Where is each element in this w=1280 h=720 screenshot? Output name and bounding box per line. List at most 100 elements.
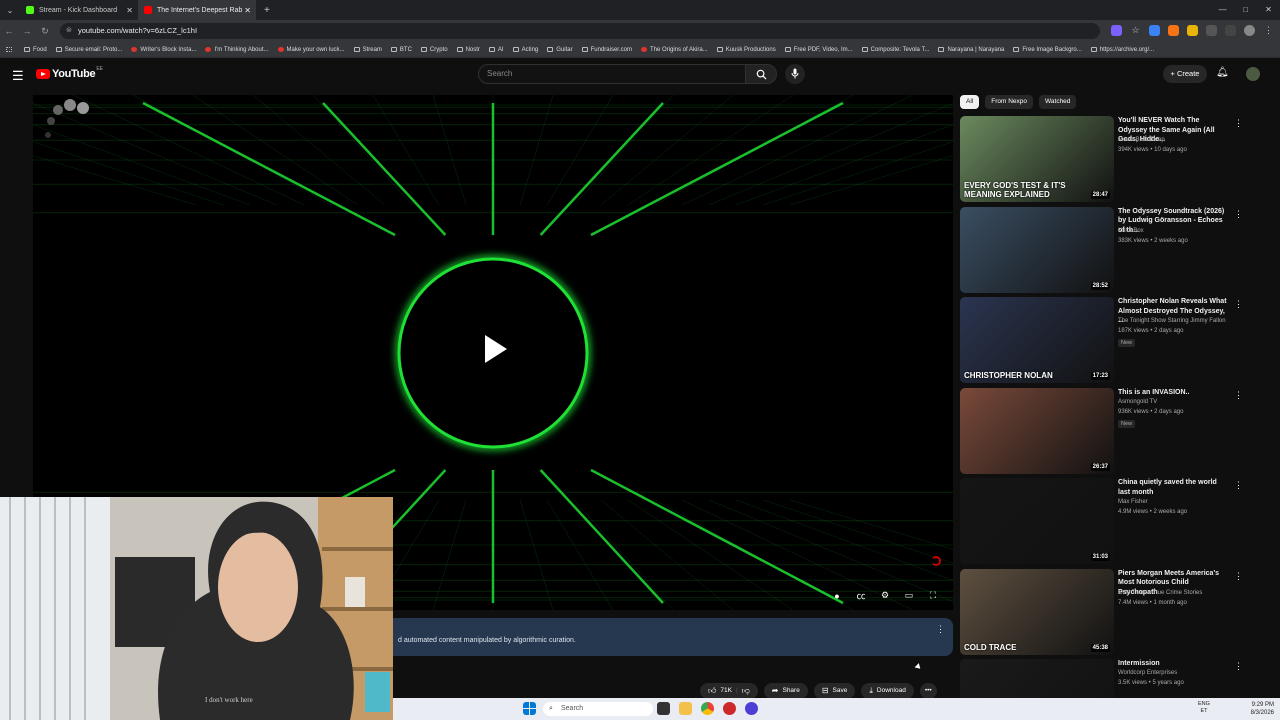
video-thumbnail[interactable]: 31:03 [960,478,1114,564]
download-button[interactable]: ⤓ Download [861,683,914,699]
channel-name[interactable]: Asmongold TV [1118,399,1157,405]
recommendation-item[interactable]: 31:03 China quietly saved the world last … [960,478,1250,565]
bookmark-item[interactable]: Free Image Backgro... [1013,47,1082,53]
bookmark-item[interactable]: Kuusk Productions [716,47,776,53]
bookmark-item[interactable]: Composite: Tevola T... [861,47,929,53]
minimize-icon[interactable]: — [1211,0,1234,20]
video-thumbnail[interactable]: CHRISTOPHER NOLAN 17:23 [960,297,1114,383]
extensions-puzzle-icon[interactable] [1206,25,1217,36]
bookmark-item[interactable]: I'm Thinking About... [205,47,269,53]
like-button[interactable]: 👍︎ 71K | 👎︎ [700,683,758,699]
close-tab-icon[interactable]: ✕ [126,6,133,15]
account-avatar[interactable] [1246,67,1260,81]
file-explorer-icon[interactable] [679,702,692,715]
more-options-icon[interactable]: ⋮ [1234,118,1243,129]
tab-youtube-video[interactable]: The Internet's Deepest Rab ✕ [138,0,256,20]
close-window-icon[interactable]: ✕ [1257,0,1280,20]
youtube-logo[interactable]: YouTube EE [36,66,103,80]
recommendation-item[interactable]: COLD TRACE 45:38 Piers Morgan Meets Americ… [960,568,1250,656]
search-button[interactable] [745,64,777,84]
url-field[interactable]: ⊜ youtube.com/watch?v=6zLCZ_lc1hI [60,23,1100,39]
bookmark-item[interactable]: Guitar [547,47,573,53]
browser-menu-icon[interactable]: ⋮ [1263,25,1274,36]
more-options-icon[interactable]: ⋮ [936,624,945,635]
video-thumbnail[interactable]: COLD TRACE 45:38 [960,568,1114,655]
share-button[interactable]: ➦ Share [763,683,808,699]
more-options-icon[interactable]: ⋮ [1234,209,1243,220]
miniplayer-icon[interactable]: ▭ [903,590,915,601]
new-tab-icon[interactable]: + [264,5,270,16]
extension-icon[interactable] [1149,25,1160,36]
more-options-icon[interactable]: ⋮ [1234,571,1243,582]
channel-name[interactable]: The Tonight Show Starring Jimmy Fallon [1118,318,1226,324]
filter-chip[interactable]: Watched [1039,95,1077,109]
video-thumbnail[interactable]: 28:52 [960,206,1114,293]
profile-avatar-icon[interactable] [1244,25,1255,36]
more-options-icon[interactable]: ⋮ [1234,480,1243,491]
app-icon[interactable] [723,702,736,715]
more-options-icon[interactable]: ⋮ [1234,390,1243,401]
recommendation-item[interactable]: CHRISTOPHER NOLAN 17:23 Christopher Nolan … [960,297,1250,384]
bookmark-star-icon[interactable]: ☆ [1130,25,1141,36]
tab-search-icon[interactable]: ⌄ [0,6,20,15]
channel-name[interactable]: Movie Balls Deep [1118,137,1165,143]
menu-icon[interactable]: ☰ [12,68,24,84]
extension-icon[interactable] [1187,25,1198,36]
bookmark-item[interactable]: Crypto [420,47,448,53]
channel-name[interactable]: Cold Trace - True Crime Stories [1118,590,1202,596]
obs-icon[interactable] [745,702,758,715]
filter-chip[interactable]: From Nexpo [985,95,1033,109]
bookmark-item[interactable]: https://archive.org/... [1090,47,1154,53]
bookmark-item[interactable]: Nostr [456,47,480,53]
maximize-icon[interactable]: □ [1234,0,1257,20]
bookmark-item[interactable]: Acting [512,47,538,53]
save-button[interactable]: ⊟ Save [813,683,856,699]
back-icon[interactable]: ← [0,26,18,36]
recommendation-item[interactable]: EVERY GOD'S TEST & IT'S MEANING EXPLAINE… [960,116,1250,203]
bookmark-item[interactable]: Fundraiser.com [581,47,632,53]
bookmark-item[interactable]: The Origins of Akira... [640,47,708,53]
autoplay-toggle-icon[interactable]: ● [831,591,843,601]
notifications-bell-icon[interactable]: 🔔︎ [1216,67,1229,78]
bookmark-item[interactable]: Make your own luck... [277,47,345,53]
taskbar-search-input[interactable]: ⌕ Search [543,702,653,716]
bookmark-item[interactable]: AI [488,47,504,53]
bookmark-item[interactable]: Narayana | Narayana [938,47,1004,53]
channel-name[interactable]: Worldcorp Enterprises [1118,670,1177,676]
video-thumbnail[interactable]: EVERY GOD'S TEST & IT'S MEANING EXPLAINE… [960,116,1114,202]
recommendation-item[interactable]: 28:52 The Odyssey Soundtrack (2026) by Lu… [960,206,1250,294]
tab-kick-dashboard[interactable]: Stream - Kick Dashboard ✕ [20,0,138,20]
bookmark-item[interactable]: Stream [353,47,382,53]
channel-name[interactable]: Kaka Box [1118,228,1144,234]
video-title[interactable]: China quietly saved the world last month [1118,478,1228,497]
windows-start-icon[interactable] [523,702,536,715]
forward-icon[interactable]: → [18,26,36,36]
video-title[interactable]: Intermission [1118,659,1228,669]
fullscreen-icon[interactable]: ⛶ [927,590,939,601]
bookmark-item[interactable]: Free PDF, Video, Im... [784,47,853,53]
channel-name[interactable]: Max Fisher [1118,499,1148,505]
more-options-icon[interactable]: ⋮ [1234,299,1243,310]
chrome-icon[interactable] [701,702,714,715]
bookmark-item[interactable]: Writer's Block Insta... [131,47,196,53]
extension-icon[interactable] [1111,25,1122,36]
bookmark-item[interactable]: Secure email: Proto... [55,47,122,53]
task-view-icon[interactable] [657,702,670,715]
filter-chip[interactable]: All [960,95,980,109]
more-options-icon[interactable]: ⋮ [1234,661,1243,672]
system-clock[interactable]: 9:29 PM 8/3/2026 [1251,701,1274,717]
bookmark-item[interactable]: Food [24,47,47,53]
voice-search-button[interactable] [785,64,805,84]
thumbs-down-icon[interactable]: 👎︎ [742,683,750,699]
play-icon[interactable] [485,335,507,363]
create-button[interactable]: + Create [1163,65,1207,83]
video-thumbnail[interactable]: 26:37 [960,387,1114,474]
reload-icon[interactable]: ↻ [36,26,54,37]
extension-icon[interactable] [1168,25,1179,36]
recommendation-item[interactable]: 26:37 This is an INVASION.. Asmongold TV 93… [960,387,1250,475]
close-tab-icon[interactable]: ✕ [244,6,251,15]
search-input[interactable]: Search [478,64,746,84]
site-info-icon[interactable]: ⊜ [66,23,72,39]
video-title[interactable]: This is an INVASION.. [1118,388,1228,398]
more-actions-button[interactable]: ••• [919,683,937,699]
